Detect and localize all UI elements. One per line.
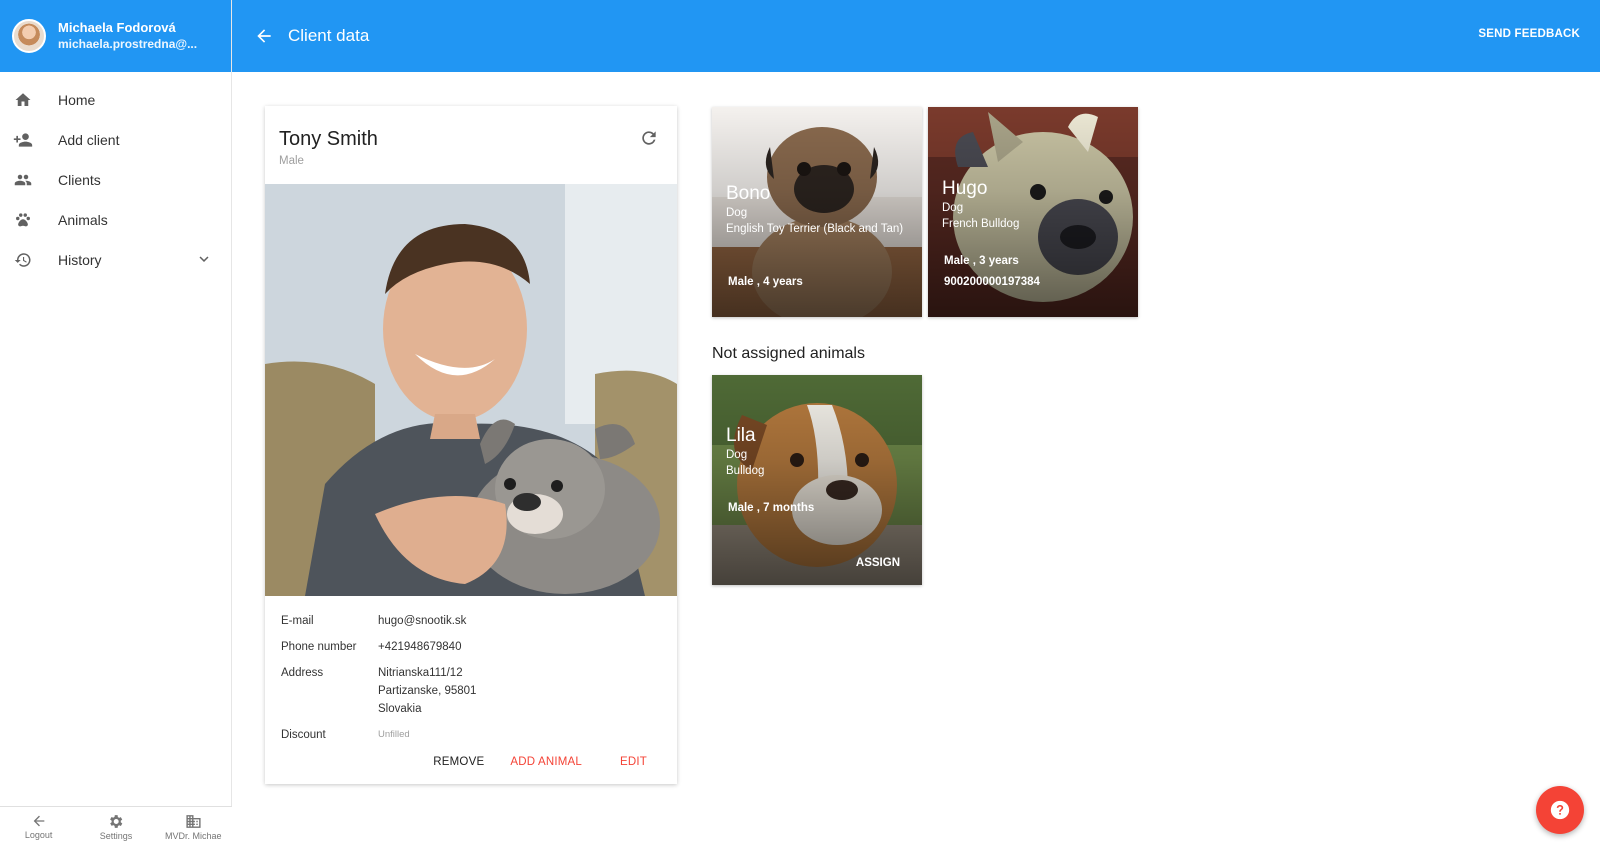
page-title: Client data [288, 26, 370, 45]
people-icon [13, 170, 33, 190]
person-add-icon [13, 130, 33, 150]
user-header[interactable]: Michaela Fodorová michaela.prostredna@..… [0, 0, 231, 72]
phone-value: +421948679840 [378, 641, 462, 653]
edit-button[interactable]: EDIT [620, 756, 647, 768]
app-bar: Client data SEND FEEDBACK [232, 0, 1600, 72]
animal-chip-number: 900200000197384 [944, 276, 1040, 288]
sidebar-item-label: Home [58, 92, 96, 108]
detail-row-email: E-mail hugo@snootik.sk [281, 612, 661, 630]
refresh-icon[interactable] [639, 128, 659, 148]
detail-row-discount: Discount Unfilled [281, 726, 661, 744]
animal-breed: French Bulldog [942, 218, 1020, 230]
tile-overlay [712, 375, 922, 585]
animal-tile-lila[interactable]: Lila Dog Bulldog Male , 7 months ASSIGN [712, 375, 922, 585]
clinic-label: MVDr. Michae [165, 831, 222, 841]
animal-info: Bono Dog English Toy Terrier (Black and … [726, 183, 912, 237]
client-gender: Male [279, 155, 304, 167]
gear-icon [110, 815, 123, 828]
sidebar-item-history[interactable]: History [0, 240, 231, 280]
user-name: Michaela Fodorová [58, 20, 176, 35]
sidebar-item-clients[interactable]: Clients [0, 160, 231, 200]
home-icon [13, 90, 33, 110]
client-name: Tony Smith [279, 128, 378, 150]
email-label: E-mail [281, 615, 314, 627]
sidebar-item-label: Add client [58, 132, 120, 148]
settings-button[interactable]: Settings [80, 807, 152, 850]
animal-name: Lila [726, 425, 756, 446]
building-icon [186, 815, 201, 828]
address-line-3: Slovakia [378, 703, 422, 715]
sidebar-item-add-client[interactable]: Add client [0, 120, 231, 160]
client-card: Tony Smith Male E-mail hugo@snootik.sk P… [265, 106, 677, 784]
animal-info: Hugo Dog French Bulldog [942, 178, 1128, 232]
back-button[interactable] [252, 24, 276, 48]
animal-gender-age: Male , 4 years [728, 276, 803, 288]
animal-info: Lila Dog Bulldog [726, 425, 912, 479]
help-icon [1550, 800, 1570, 820]
sidebar-item-animals[interactable]: Animals [0, 200, 231, 240]
history-icon [13, 250, 33, 270]
card-actions: REMOVE ADD ANIMAL EDIT [407, 756, 647, 768]
client-photo [265, 184, 677, 596]
clinic-button[interactable]: MVDr. Michae [157, 807, 229, 850]
animal-breed: English Toy Terrier (Black and Tan) [726, 223, 904, 235]
detail-row-address: Address Nitrianska111/12 Partizanske, 95… [281, 664, 661, 718]
sidebar-item-home[interactable]: Home [0, 80, 231, 120]
assign-button[interactable]: ASSIGN [856, 557, 900, 569]
sidebar-item-label: Clients [58, 172, 101, 188]
address-label: Address [281, 667, 324, 679]
sidebar-item-label: History [58, 252, 102, 268]
not-assigned-title: Not assigned animals [712, 345, 865, 362]
sidebar: Michaela Fodorová michaela.prostredna@..… [0, 0, 232, 850]
address-value: Nitrianska111/12 Partizanske, 95801 Slov… [378, 664, 476, 718]
animal-name: Hugo [942, 178, 988, 199]
animal-name: Bono [726, 183, 771, 204]
avatar [12, 19, 46, 53]
animal-tile-bono[interactable]: Bono Dog English Toy Terrier (Black and … [712, 107, 922, 317]
animal-gender-age: Male , 3 years [944, 255, 1019, 267]
logout-label: Logout [24, 830, 53, 840]
client-details: E-mail hugo@snootik.sk Phone number +421… [265, 596, 677, 744]
bottom-toolbar: Logout Settings MVDr. Michae [0, 806, 232, 850]
settings-label: Settings [99, 831, 133, 841]
discount-label: Discount [281, 729, 326, 741]
arrow-back-icon [33, 815, 44, 827]
detail-row-phone: Phone number +421948679840 [281, 638, 661, 656]
paw-icon [13, 210, 33, 230]
animal-species: Dog [726, 207, 748, 219]
address-line-1: Nitrianska111/12 [378, 667, 463, 679]
arrow-back-icon [257, 29, 271, 43]
user-email: michaela.prostredna@... [58, 37, 198, 51]
sidebar-item-label: Animals [58, 212, 108, 228]
help-button[interactable] [1536, 786, 1584, 834]
email-value: hugo@snootik.sk [378, 615, 467, 627]
animal-species: Dog [942, 202, 964, 214]
logout-button[interactable]: Logout [3, 807, 75, 850]
discount-value: Unfilled [378, 729, 410, 740]
address-line-2: Partizanske, 95801 [378, 685, 477, 697]
animal-tile-hugo[interactable]: Hugo Dog French Bulldog Male , 3 years 9… [928, 107, 1138, 317]
animal-gender-age: Male , 7 months [728, 502, 815, 514]
remove-button[interactable]: REMOVE [433, 756, 484, 768]
add-animal-button[interactable]: ADD ANIMAL [510, 756, 582, 768]
chevron-down-icon[interactable] [195, 250, 213, 271]
nav-list: Home Add client Clients Animals History [0, 72, 231, 280]
animal-breed: Bulldog [726, 465, 765, 477]
phone-label: Phone number [281, 641, 357, 653]
send-feedback-button[interactable]: SEND FEEDBACK [1478, 28, 1580, 40]
animal-species: Dog [726, 449, 748, 461]
